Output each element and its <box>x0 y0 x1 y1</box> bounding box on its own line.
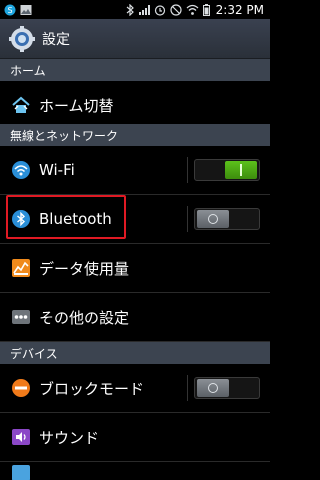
highlight-box <box>6 195 126 239</box>
settings-item-block-mode[interactable]: ブロックモード <box>0 364 270 413</box>
alarm-icon <box>154 4 165 16</box>
settings-item-data-usage[interactable]: データ使用量 <box>0 244 270 293</box>
block-icon <box>11 378 31 398</box>
gear-icon <box>9 25 35 52</box>
settings-item-wifi[interactable]: Wi-Fi <box>0 146 270 195</box>
settings-item-partial[interactable] <box>0 462 270 480</box>
section-label: デバイス <box>10 346 58 361</box>
more-icon <box>11 307 31 327</box>
divider <box>187 157 188 183</box>
wifi-icon <box>11 160 31 180</box>
settings-item-label: その他の設定 <box>39 308 130 327</box>
settings-item-label: データ使用量 <box>39 259 130 278</box>
battery-icon <box>202 3 210 16</box>
wifi-icon <box>186 4 199 15</box>
settings-item-home-switch[interactable]: ホーム切替 <box>0 81 270 130</box>
divider <box>187 375 188 401</box>
skype-icon: S <box>4 4 16 15</box>
sound-icon <box>11 427 31 447</box>
bluetooth-toggle[interactable] <box>194 208 260 230</box>
status-bar: S 2:32 PM <box>0 0 270 19</box>
settings-item-label: Wi-Fi <box>39 161 75 179</box>
section-label: ホーム <box>10 63 46 78</box>
settings-item-sound[interactable]: サウンド <box>0 413 270 462</box>
settings-item-label: サウンド <box>39 428 100 447</box>
partial-item-icon <box>11 461 31 480</box>
signal-icon <box>138 4 150 15</box>
nosync-icon <box>170 3 182 16</box>
image-icon <box>20 4 32 15</box>
data-usage-icon <box>11 258 31 278</box>
toggle-knob <box>197 210 229 228</box>
toggle-knob <box>225 161 257 179</box>
section-header-wireless: 無線とネットワーク <box>0 124 270 146</box>
svg-text:S: S <box>7 6 12 15</box>
title-bar: 設定 <box>0 19 270 59</box>
settings-item-other[interactable]: その他の設定 <box>0 293 270 342</box>
bluetooth-icon <box>126 3 134 16</box>
block-mode-toggle[interactable] <box>194 377 260 399</box>
settings-item-label: ブロックモード <box>39 379 145 398</box>
page-title: 設定 <box>42 31 70 48</box>
section-header-home: ホーム <box>0 59 270 81</box>
wifi-toggle[interactable] <box>194 159 260 181</box>
settings-item-label: ホーム切替 <box>39 96 114 115</box>
section-label: 無線とネットワーク <box>10 128 119 143</box>
section-header-device: デバイス <box>0 342 270 364</box>
divider <box>187 206 188 232</box>
status-time: 2:32 PM <box>215 2 264 17</box>
home-switch-icon <box>11 95 31 115</box>
toggle-knob <box>197 379 229 397</box>
